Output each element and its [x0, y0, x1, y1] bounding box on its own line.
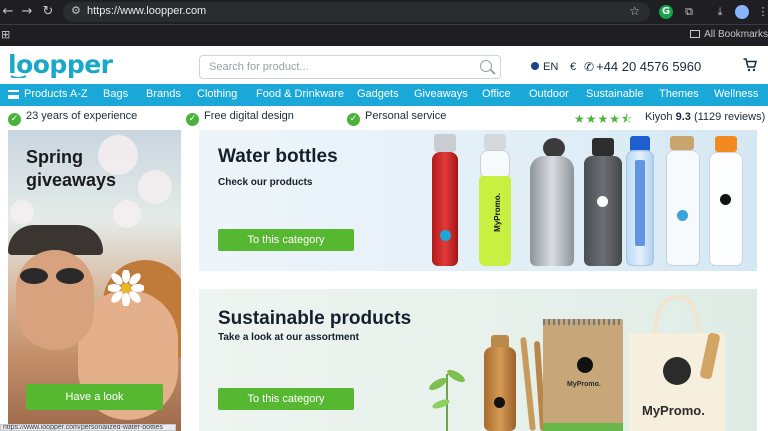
search-icon[interactable]	[480, 60, 492, 72]
phone-number: +44 20 4576 5960	[596, 59, 702, 74]
nav-item-food-drinkware[interactable]: Food & Drinkware	[256, 88, 344, 100]
banner-title: Water bottles	[218, 146, 338, 167]
status-bar-link-preview: https://www.loopper.com/personalized-wat…	[0, 424, 176, 431]
browser-toolbar: ← → ↻ ⚙ https://www.loopper.com ☆ G ⧉ ⤓ …	[0, 0, 768, 24]
reload-icon[interactable]: ↻	[40, 4, 56, 20]
usp-label: Personal service	[365, 110, 447, 122]
apps-grid-icon[interactable]: ⊞	[1, 28, 10, 41]
rating-stars-icon: ★★★★⯪	[574, 112, 634, 126]
check-icon: ✓	[186, 113, 199, 126]
all-bookmarks-button[interactable]: All Bookmarks	[690, 29, 768, 40]
nav-item-outdoor[interactable]: Outdoor	[529, 88, 569, 100]
nav-item-brands[interactable]: Brands	[146, 88, 181, 100]
phone-link[interactable]: ✆ +44 20 4576 5960	[584, 59, 701, 74]
banner-subtitle: Take a look at our assortment	[218, 332, 359, 343]
menu-kebab-icon[interactable]: ⋮	[755, 4, 768, 20]
promo-photo-sunglasses	[20, 268, 86, 284]
grammarly-extension-icon[interactable]: G	[659, 5, 673, 19]
hamburger-menu-icon[interactable]	[8, 90, 19, 99]
usp-bar: ✓ 23 years of experience ✓ Free digital de…	[0, 106, 768, 128]
globe-icon	[531, 62, 539, 70]
nav-item-wellness[interactable]: Wellness	[714, 88, 758, 100]
bookmarks-bar: ⊞ All Bookmarks	[0, 24, 768, 46]
phone-icon: ✆	[584, 60, 595, 74]
main-navigation: Products A-Z Bags Brands Clothing Food &…	[0, 84, 768, 106]
usp-label: 23 years of experience	[26, 110, 138, 122]
extensions-icon[interactable]: ⧉	[681, 4, 697, 20]
nav-item-gadgets[interactable]: Gadgets	[357, 88, 399, 100]
language-selector[interactable]: EN	[531, 61, 558, 73]
shopping-cart-icon[interactable]	[743, 58, 757, 72]
profile-avatar[interactable]	[735, 5, 749, 19]
svg-text:loopper: loopper	[8, 52, 114, 78]
check-icon: ✓	[8, 113, 21, 126]
check-icon: ✓	[347, 113, 360, 126]
banner-subtitle: Check our products	[218, 177, 313, 188]
usp-experience: ✓ 23 years of experience	[8, 110, 137, 126]
blossom-decoration	[113, 200, 141, 228]
nav-item-office[interactable]: Office	[482, 88, 511, 100]
tote-brand-label: MyPromo.	[642, 403, 705, 418]
banner-title: Sustainable products	[218, 308, 412, 329]
water-bottles-category-button[interactable]: To this category	[218, 229, 354, 251]
folder-icon	[690, 30, 701, 38]
usp-personal-service: ✓ Personal service	[347, 110, 446, 126]
kiyoh-label: Kiyoh	[645, 111, 673, 123]
daisy-flower-icon	[108, 270, 144, 306]
nav-item-products-a-z[interactable]: Products A-Z	[24, 88, 88, 100]
forward-icon[interactable]: →	[19, 4, 35, 20]
sustainable-category-button[interactable]: To this category	[218, 388, 354, 410]
looper-logo: loopper	[8, 50, 114, 79]
mypromo-logo-text: MyPromo.	[492, 193, 502, 232]
notebook-brand-label: MyPromo.	[567, 381, 601, 388]
nav-item-clothing[interactable]: Clothing	[197, 88, 237, 100]
address-bar[interactable]: ⚙ https://www.loopper.com ☆	[63, 2, 650, 22]
kiyoh-rating[interactable]: Kiyoh 9.3 (1129 reviews)	[645, 111, 765, 123]
kiyoh-score: 9.3	[675, 111, 691, 123]
search-input[interactable]: Search for product...	[199, 55, 501, 79]
nav-item-bags[interactable]: Bags	[103, 88, 128, 100]
blossom-decoration	[10, 200, 34, 224]
site-header: loopper Search for product... EN € ✆ +44 …	[0, 46, 768, 84]
language-label: EN	[543, 61, 559, 73]
all-bookmarks-label: All Bookmarks	[704, 29, 768, 40]
sustainable-products-banner[interactable]: Sustainable products Take a look at our …	[199, 289, 757, 431]
kiyoh-reviews: (1129 reviews)	[693, 111, 766, 123]
site-info-icon[interactable]: ⚙	[71, 4, 81, 17]
nav-item-sustainable[interactable]: Sustainable	[586, 88, 644, 100]
nav-item-giveaways[interactable]: Giveaways	[414, 88, 468, 100]
spring-giveaways-promo[interactable]: Spring giveaways Have a look	[8, 130, 181, 431]
usp-free-design: ✓ Free digital design	[186, 110, 294, 126]
nav-item-themes[interactable]: Themes	[659, 88, 699, 100]
currency-selector[interactable]: €	[570, 61, 576, 73]
back-icon[interactable]: ←	[0, 4, 16, 20]
address-bar-url[interactable]: https://www.loopper.com	[87, 5, 206, 17]
water-bottles-banner[interactable]: Water bottles Check our products To this…	[199, 130, 757, 271]
promo-photo-man	[16, 250, 94, 350]
promo-title: Spring giveaways	[26, 147, 117, 190]
plant-sprout-icon	[429, 369, 465, 431]
bookmark-star-icon[interactable]: ☆	[629, 4, 640, 18]
search-placeholder: Search for product...	[209, 61, 309, 73]
download-icon[interactable]: ⤓	[712, 4, 728, 20]
site-logo[interactable]: loopper	[8, 50, 120, 85]
have-a-look-button[interactable]: Have a look	[26, 384, 163, 410]
usp-label: Free digital design	[204, 110, 294, 122]
